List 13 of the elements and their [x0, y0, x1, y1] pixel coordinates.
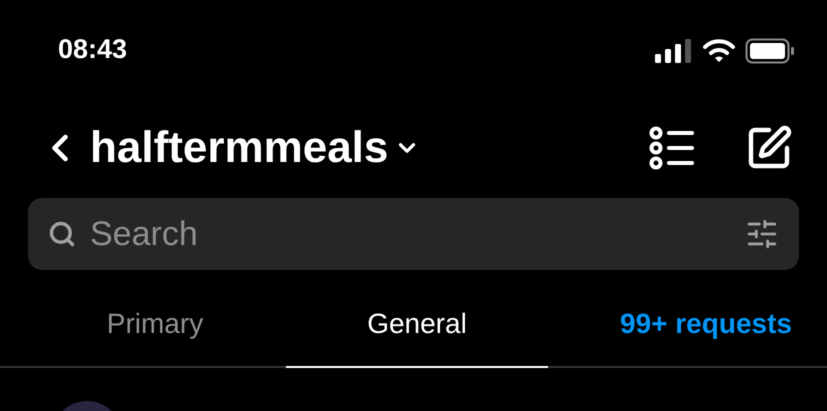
filter-icon[interactable] — [745, 217, 779, 251]
account-switcher[interactable]: halftermmeals — [90, 122, 420, 174]
wifi-icon — [703, 39, 735, 63]
search-input[interactable]: Search — [90, 208, 731, 260]
search-icon — [48, 220, 76, 248]
list-icon[interactable] — [649, 126, 695, 170]
status-time: 08:43 — [58, 33, 128, 66]
tab[interactable]: Primary — [24, 282, 286, 368]
search-field[interactable]: Search — [28, 198, 799, 270]
requests-link[interactable]: 99+ requests — [620, 303, 792, 345]
tab[interactable]: General — [286, 282, 548, 368]
signal-icon — [655, 39, 693, 63]
battery-icon — [745, 38, 795, 64]
